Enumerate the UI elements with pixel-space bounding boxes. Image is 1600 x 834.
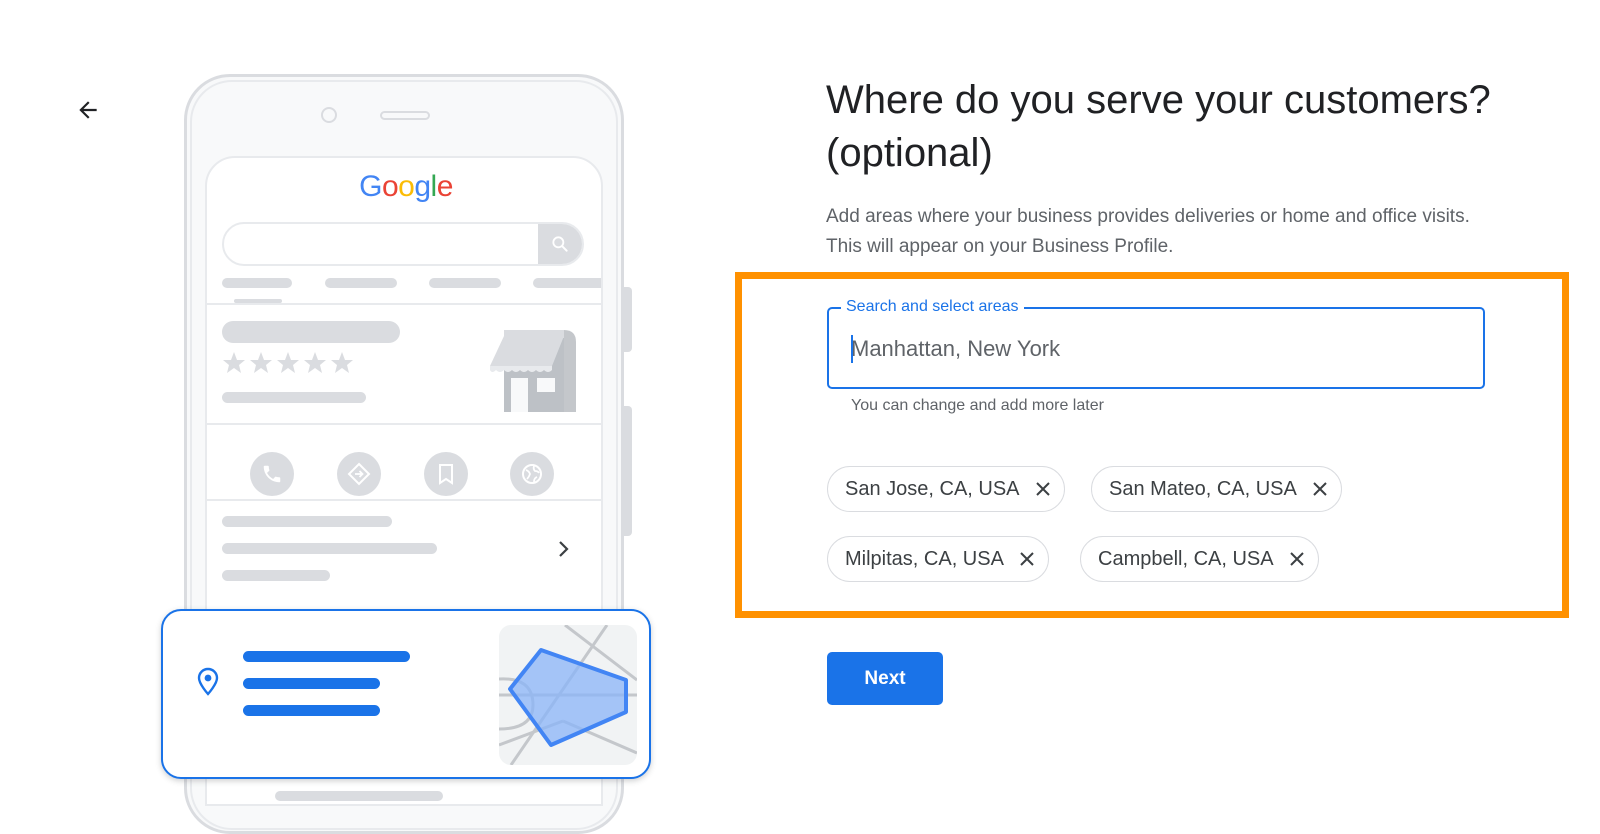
divider: [207, 423, 601, 425]
area-chip-label: San Mateo, CA, USA: [1109, 477, 1297, 500]
divider: [207, 499, 601, 501]
back-button[interactable]: [66, 88, 110, 132]
remove-area-button[interactable]: [1016, 548, 1038, 570]
close-icon: [1020, 552, 1034, 566]
close-icon: [1035, 482, 1050, 496]
placeholder-line: [222, 570, 330, 581]
search-icon: [552, 236, 568, 252]
bookmark-icon: [439, 464, 453, 485]
close-icon: [1289, 552, 1304, 566]
location-pin-icon: [197, 667, 219, 702]
close-icon: [1313, 482, 1327, 496]
globe-icon: [522, 464, 542, 484]
placeholder-tab: [429, 278, 501, 288]
placeholder-tab: [533, 278, 601, 288]
area-chip: San Mateo, CA, USA: [1091, 466, 1342, 512]
placeholder-tab: [325, 278, 397, 288]
rating-stars: [221, 350, 357, 381]
storefront-icon: [490, 328, 580, 417]
placeholder-line: [222, 543, 437, 554]
page-title: Where do you serve your customers? (opti…: [826, 78, 1491, 175]
placeholder-line: [243, 678, 380, 689]
website-action-circle: [510, 452, 554, 496]
area-chip-label: San Jose, CA, USA: [845, 477, 1020, 500]
service-area-map: [499, 625, 637, 765]
placeholder-line: [222, 392, 366, 403]
remove-area-button[interactable]: [1032, 478, 1054, 500]
placeholder-tab: [222, 278, 292, 288]
chevron-right-icon: [557, 540, 571, 563]
phone-side-button: [624, 287, 632, 352]
save-action-circle: [424, 452, 468, 496]
placeholder-line: [243, 651, 410, 662]
area-chip-label: Campbell, CA, USA: [1098, 547, 1274, 570]
phone-icon: [263, 465, 281, 483]
search-areas-label: Search and select areas: [841, 297, 1024, 317]
search-areas-helper-text: You can change and add more later: [851, 397, 1104, 414]
remove-area-button[interactable]: [1286, 548, 1308, 570]
area-chip: San Jose, CA, USA: [827, 466, 1065, 512]
divider: [207, 303, 601, 305]
arrow-left-icon: [79, 101, 97, 119]
phone-camera: [321, 107, 337, 123]
search-areas-input[interactable]: [851, 329, 1471, 369]
phone-speaker: [380, 111, 430, 120]
mini-search-bar: [222, 222, 584, 266]
area-chip-label: Milpitas, CA, USA: [845, 547, 1004, 570]
phone-action-circle: [250, 452, 294, 496]
directions-icon: [347, 462, 371, 486]
placeholder-line: [275, 791, 443, 801]
phone-side-button: [624, 406, 632, 536]
area-chip: Campbell, CA, USA: [1080, 536, 1319, 582]
google-logo: Google: [359, 170, 453, 203]
page-description: Add areas where your business provides d…: [826, 206, 1470, 257]
service-area-card: [161, 609, 651, 779]
placeholder-title: [222, 321, 400, 343]
remove-area-button[interactable]: [1309, 478, 1331, 500]
mini-search-button: [538, 224, 582, 264]
placeholder-line: [243, 705, 380, 716]
placeholder-line: [222, 516, 392, 527]
text-caret: [851, 335, 853, 363]
area-chip: Milpitas, CA, USA: [827, 536, 1049, 582]
directions-action-circle: [337, 452, 381, 496]
next-button[interactable]: Next: [827, 652, 943, 705]
